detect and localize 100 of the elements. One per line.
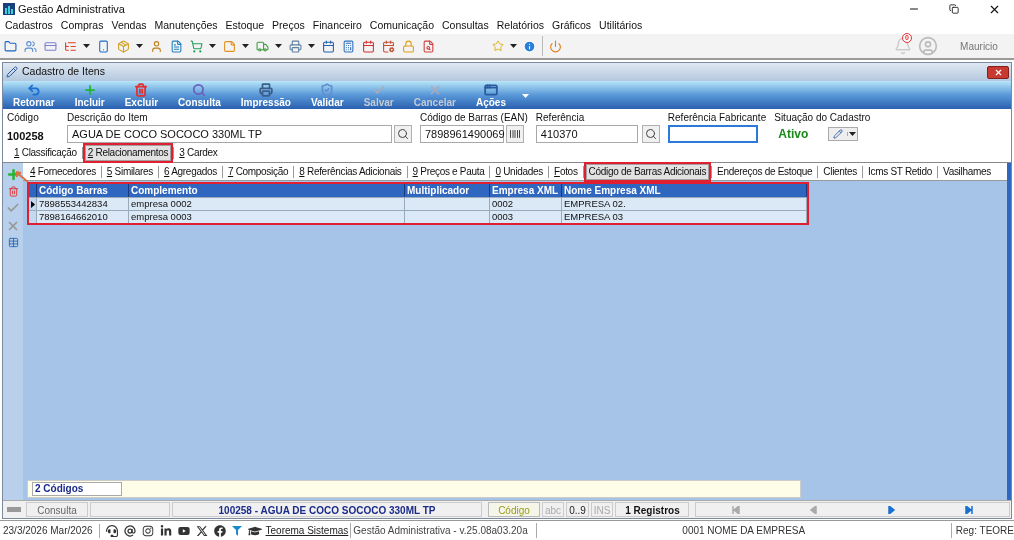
- check-icon[interactable]: [6, 201, 20, 215]
- table-cell: 7898164662010: [37, 211, 129, 223]
- tab[interactable]: Fotos: [551, 164, 581, 180]
- truck-icon[interactable]: [255, 39, 269, 53]
- phone-icon[interactable]: [96, 39, 110, 53]
- folder-icon[interactable]: [3, 39, 17, 53]
- status-dropdown[interactable]: [828, 127, 859, 141]
- tab[interactable]: 7 Composição: [224, 164, 292, 180]
- company-link[interactable]: Teorema Sistemas: [265, 523, 349, 538]
- info-icon[interactable]: [523, 39, 536, 53]
- caret-icon[interactable]: [83, 44, 90, 48]
- tab[interactable]: 0 Unidades: [492, 164, 547, 180]
- tab[interactable]: Icms ST Retido: [865, 164, 935, 180]
- people-icon[interactable]: [23, 39, 37, 53]
- at-sign-icon[interactable]: [123, 524, 136, 537]
- text-field[interactable]: [667, 125, 758, 143]
- tab[interactable]: 1 Classificação: [11, 145, 80, 161]
- table-cell: 0003: [490, 211, 562, 223]
- calendar-gear-icon[interactable]: [381, 39, 395, 53]
- menu-item[interactable]: Relatórios: [496, 18, 544, 32]
- menu-item[interactable]: Vendas: [111, 18, 147, 32]
- caret-icon[interactable]: [209, 44, 216, 48]
- printer-icon[interactable]: [288, 39, 302, 53]
- text-field[interactable]: AGUA DE COCO SOCOCO 330ML TP: [67, 125, 392, 143]
- filter-icon[interactable]: [231, 525, 242, 536]
- document-icon[interactable]: [169, 39, 183, 53]
- person-icon[interactable]: [149, 39, 163, 53]
- menu-item[interactable]: Cadastros: [5, 18, 53, 32]
- menu-item[interactable]: Financeiro: [312, 18, 362, 32]
- cart-icon[interactable]: [189, 39, 203, 53]
- tab[interactable]: Código de Barras Adicionais: [585, 164, 710, 180]
- headset-icon[interactable]: [105, 524, 118, 537]
- calculator-icon[interactable]: [341, 39, 355, 53]
- toolbar-button[interactable]: Validar: [306, 83, 348, 108]
- linkedin-icon[interactable]: [159, 524, 172, 537]
- list-icon[interactable]: [63, 39, 77, 53]
- tab[interactable]: 6 Agregados: [161, 164, 220, 180]
- table-row[interactable]: 7898164662010 empresa 0003 0003 EMPRESA 03: [29, 210, 807, 223]
- barcode-icon: [509, 128, 521, 140]
- text-field[interactable]: 7898961490069: [420, 125, 504, 143]
- toolbar-button[interactable]: Retornar: [9, 83, 59, 108]
- menu-item[interactable]: Comunicação: [369, 18, 434, 32]
- caret-icon[interactable]: [242, 44, 249, 48]
- annotation-arrow: [15, 171, 29, 183]
- menu-item[interactable]: Manutenções: [154, 18, 218, 32]
- caret-icon[interactable]: [275, 44, 282, 48]
- tab[interactable]: 4 Fornecedores: [27, 164, 99, 180]
- tab[interactable]: 2 Relacionamentos: [84, 145, 172, 161]
- field-label: Descrição do Item: [67, 111, 149, 125]
- toolbar-button[interactable]: Excluir: [120, 83, 163, 108]
- star-icon[interactable]: [492, 40, 504, 52]
- x-icon[interactable]: [195, 524, 208, 537]
- item-summary: 100258 - AGUA DE COCO SOCOCO 330ML TP: [172, 502, 482, 517]
- instagram-icon[interactable]: [141, 524, 154, 537]
- tab[interactable]: 3 Cardex: [176, 145, 221, 161]
- toolbar-button[interactable]: Incluir: [70, 83, 109, 108]
- search-button[interactable]: [641, 125, 660, 143]
- last-record-button[interactable]: [965, 505, 975, 514]
- text-field[interactable]: 410370: [535, 125, 638, 143]
- grid-icon[interactable]: [7, 237, 19, 248]
- delete-icon[interactable]: [7, 186, 19, 197]
- card-icon[interactable]: [43, 39, 57, 53]
- menu-item[interactable]: Consultas: [442, 18, 489, 32]
- toolbar-button[interactable]: Consulta: [174, 83, 225, 108]
- table-cell: empresa 0003: [129, 211, 405, 223]
- table-row[interactable]: 7898553442834 empresa 0002 0002 EMPRESA 02.: [29, 197, 807, 210]
- package-icon[interactable]: [116, 39, 130, 53]
- caret-icon[interactable]: [136, 44, 143, 48]
- calendar-icon[interactable]: [321, 39, 335, 53]
- caret-icon[interactable]: [849, 132, 857, 136]
- youtube-icon[interactable]: [177, 524, 190, 537]
- row-selector[interactable]: [29, 198, 37, 210]
- input-mode-indicator: INS: [590, 502, 614, 517]
- barcode-button[interactable]: [506, 125, 524, 143]
- menu-item[interactable]: Utilitários: [599, 18, 643, 32]
- menu-item[interactable]: Compras: [60, 18, 104, 32]
- menu-item[interactable]: Preços: [272, 18, 305, 32]
- facebook-icon[interactable]: [213, 524, 226, 537]
- note-icon[interactable]: [222, 39, 236, 53]
- menu-item[interactable]: Gráficos: [552, 18, 592, 32]
- tab[interactable]: Endereços de Estoque: [714, 164, 816, 180]
- date-label: 23/3/2026 Mar/2026: [3, 524, 93, 538]
- caret-icon[interactable]: [308, 44, 315, 48]
- caret-icon[interactable]: [510, 44, 517, 48]
- tab[interactable]: 5 Similares: [103, 164, 156, 180]
- document-search-icon[interactable]: [421, 39, 435, 53]
- toolbar-button[interactable]: Ações: [471, 83, 510, 108]
- tab[interactable]: Clientes: [820, 164, 861, 180]
- search-button[interactable]: [394, 125, 412, 143]
- close-button[interactable]: [987, 65, 1009, 79]
- power-icon[interactable]: [549, 39, 562, 53]
- pencil-icon: [833, 129, 844, 139]
- calendar-icon[interactable]: [361, 39, 375, 53]
- search-icon: [192, 83, 207, 97]
- next-record-button[interactable]: [887, 505, 897, 514]
- tab[interactable]: 9 Preços e Pauta: [409, 164, 488, 180]
- tab[interactable]: 8 Referências Adicionais: [296, 164, 405, 180]
- tab[interactable]: Vasilhames: [940, 164, 994, 180]
- toolbar-button[interactable]: Impressão: [236, 83, 295, 108]
- menu-item[interactable]: Estoque: [225, 18, 265, 32]
